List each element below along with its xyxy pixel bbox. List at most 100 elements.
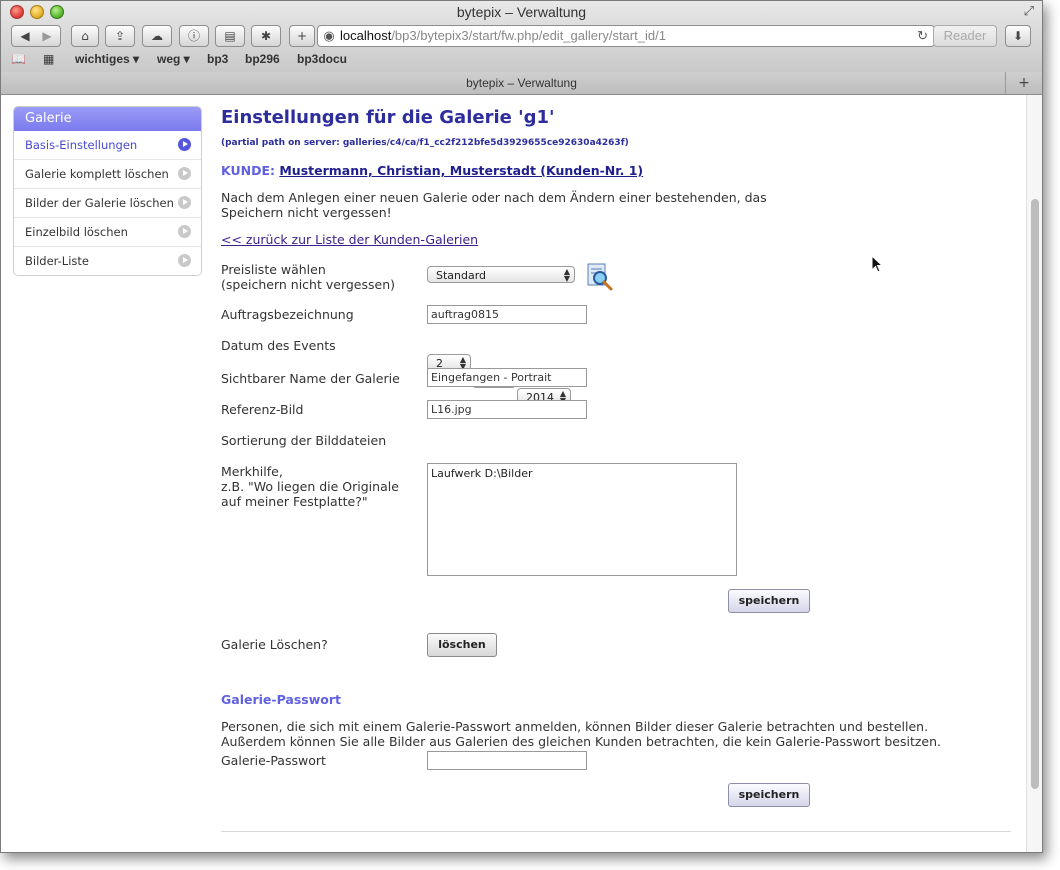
forward-arrow-icon[interactable]: ▶ [36, 26, 58, 46]
window-title: bytepix – Verwaltung [456, 4, 587, 20]
site-icon: ◉ [323, 28, 335, 43]
new-tab-icon[interactable]: + [1005, 72, 1042, 94]
sidebar-item-einzelbild-loeschen[interactable]: Einzelbild löschen [14, 217, 201, 246]
back-to-gallery-list-link[interactable]: << zurück zur Liste der Kunden-Galerien [221, 232, 478, 247]
reading-list-button[interactable]: ▤ [215, 25, 245, 47]
referenz-input[interactable]: L16.jpg [427, 400, 587, 419]
chevron-right-icon [178, 138, 191, 151]
referenz-label: Referenz-Bild [221, 402, 304, 417]
customer-line: KUNDE: Mustermann, Christian, Musterstad… [221, 163, 643, 178]
customer-link[interactable]: Mustermann, Christian, Musterstadt (Kund… [279, 163, 643, 178]
preisliste-hint: (speichern nicht vergessen) [221, 277, 395, 292]
address-bar[interactable]: ◉ localhost/bp3/bytepix3/start/fw.php/edi… [317, 25, 935, 47]
tab-bar: bytepix – Verwaltung + [1, 72, 1042, 95]
download-icon: ⬇ [1012, 29, 1024, 43]
back-arrow-icon[interactable]: ◀ [14, 26, 36, 46]
password-info-text: Personen, die sich mit einem Galerie-Pas… [221, 719, 942, 749]
chevron-right-icon [178, 196, 191, 209]
galerie-loeschen-label: Galerie Löschen? [221, 637, 328, 652]
sidebar-item-label: Basis-Einstellungen [25, 138, 138, 152]
share-button[interactable]: ⇪ [105, 25, 135, 47]
reading-list-icon: ▤ [224, 29, 236, 43]
preisliste-value: Standard [436, 269, 487, 282]
reload-icon[interactable]: ↻ [917, 26, 928, 46]
preisliste-view-icon[interactable] [587, 263, 613, 291]
sidebar-item-basis-einstellungen[interactable]: Basis-Einstellungen [14, 131, 201, 159]
chevron-right-icon [178, 167, 191, 180]
page-scrollbar[interactable] [1026, 95, 1042, 852]
sidebar-item-bilder-liste[interactable]: Bilder-Liste [14, 246, 201, 275]
browser-toolbar: ◀ ▶ ⌂ ⇪ ☁ ⓘ ▤ ✱ + ◉ localhost/bp3/bytepix3… [1, 25, 1042, 49]
home-icon: ⌂ [81, 29, 89, 43]
puzzle-icon: ✱ [260, 29, 272, 43]
share-icon: ⇪ [114, 29, 126, 43]
password-input[interactable] [427, 751, 587, 770]
bookmark-item[interactable]: weg ▾ [157, 52, 190, 66]
scrollbar-thumb[interactable] [1031, 199, 1039, 789]
sidebar-item-label: Bilder-Liste [25, 254, 89, 268]
url-host: localhost [340, 28, 392, 43]
galerie-name-input[interactable]: Eingefangen - Portrait [427, 368, 587, 387]
galerie-name-label: Sichtbarer Name der Galerie [221, 371, 400, 386]
merkhilfe-label-2: z.B. "Wo liegen die Originale [221, 479, 399, 494]
title-bar: bytepix – Verwaltung ⤢ [1, 1, 1042, 23]
info-text: Nach dem Anlegen einer neuen Galerie ode… [221, 190, 767, 220]
preisliste-label: Preisliste wählen (speichern nicht verge… [221, 262, 395, 292]
merkhilfe-label-3: auf meiner Festplatte?" [221, 494, 368, 509]
url-path: /bp3/bytepix3/start/fw.php/edit_gallery/… [391, 28, 666, 43]
bookmark-item[interactable]: bp3 [207, 52, 228, 66]
save-button[interactable]: speichern [728, 589, 810, 613]
reading-list-icon[interactable]: 📖 [11, 52, 26, 66]
fullscreen-icon[interactable]: ⤢ [1024, 4, 1034, 19]
bookmark-item[interactable]: bp296 [245, 52, 280, 66]
home-button[interactable]: ⌂ [71, 25, 99, 47]
sidebar-item-label: Einzelbild löschen [25, 225, 128, 239]
add-bookmark-button[interactable]: + [289, 25, 315, 47]
auftrag-input[interactable]: auftrag0815 [427, 305, 587, 324]
cloud-button[interactable]: ☁ [142, 25, 172, 47]
reader-button[interactable]: Reader [933, 25, 997, 47]
download-button[interactable]: ⬇ [1005, 25, 1031, 47]
info-button[interactable]: ⓘ [179, 25, 209, 47]
page-content: Galerie Basis-Einstellungen Galerie komp… [1, 95, 1026, 852]
main-panel: Einstellungen für die Galerie 'g1' (part… [221, 95, 1011, 832]
password-heading: Galerie-Passwort [221, 692, 341, 707]
merkhilfe-label: Merkhilfe, z.B. "Wo liegen die Originale… [221, 464, 399, 509]
auftrag-label: Auftragsbezeichnung [221, 307, 354, 322]
tab-active[interactable]: bytepix – Verwaltung [1, 76, 1042, 90]
sidebar: Galerie Basis-Einstellungen Galerie komp… [13, 106, 202, 276]
password-label: Galerie-Passwort [221, 753, 326, 768]
browser-chrome: bytepix – Verwaltung ⤢ ◀ ▶ ⌂ ⇪ ☁ ⓘ ▤ ✱ + … [1, 1, 1042, 73]
browser-window: bytepix – Verwaltung ⤢ ◀ ▶ ⌂ ⇪ ☁ ⓘ ▤ ✱ + … [0, 0, 1043, 853]
partial-path: (partial path on server: galleries/c4/ca… [221, 138, 629, 148]
top-sites-grid-icon[interactable]: ▦ [43, 52, 54, 66]
back-forward-buttons: ◀ ▶ [11, 25, 61, 47]
bookmark-item[interactable]: bp3docu [297, 52, 347, 66]
extensions-button[interactable]: ✱ [251, 25, 281, 47]
sidebar-item-label: Galerie komplett löschen [25, 167, 169, 181]
cloud-icon: ☁ [151, 29, 163, 43]
bookmarks-bar: 📖 ▦ wichtiges ▾ weg ▾ bp3 bp296 bp3docu [1, 51, 1042, 69]
chevron-right-icon [178, 225, 191, 238]
datum-label: Datum des Events [221, 338, 336, 353]
sidebar-item-label: Bilder der Galerie löschen [25, 196, 174, 210]
chevron-right-icon [178, 254, 191, 267]
merkhilfe-label-1: Merkhilfe, [221, 464, 283, 479]
info-icon: ⓘ [187, 29, 200, 43]
sidebar-heading: Galerie [14, 107, 201, 131]
updown-icon: ▲▼ [563, 267, 570, 283]
page-title: Einstellungen für die Galerie 'g1' [221, 107, 555, 128]
delete-button[interactable]: löschen [427, 633, 497, 657]
sidebar-item-galerie-loeschen[interactable]: Galerie komplett löschen [14, 159, 201, 188]
preisliste-label-text: Preisliste wählen [221, 262, 326, 277]
preisliste-select[interactable]: Standard ▲ ▼ [427, 266, 575, 283]
mouse-cursor-icon [871, 255, 884, 273]
save-password-button[interactable]: speichern [728, 783, 810, 807]
customer-label: KUNDE: [221, 163, 275, 178]
merkhilfe-textarea[interactable]: Laufwerk D:\Bilder [427, 463, 737, 576]
sortierung-label: Sortierung der Bilddateien [221, 433, 387, 448]
divider [221, 831, 1011, 832]
sidebar-item-bilder-loeschen[interactable]: Bilder der Galerie löschen [14, 188, 201, 217]
bookmark-item[interactable]: wichtiges ▾ [75, 52, 139, 66]
plus-icon: + [296, 29, 308, 43]
